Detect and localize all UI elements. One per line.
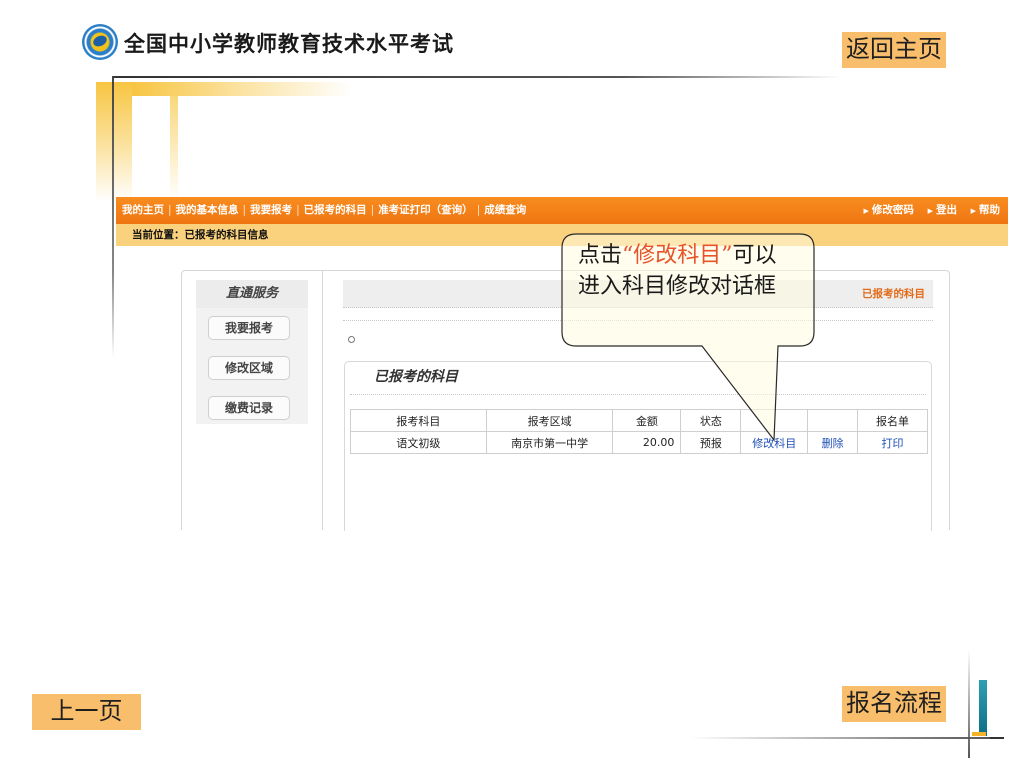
print-link[interactable]: 打印 [882, 437, 904, 450]
triangle-icon: ▶ [927, 207, 933, 215]
nav-item-admission-ticket[interactable]: 准考证打印（查询） [378, 204, 473, 216]
decor-yellow-accent [972, 732, 986, 736]
column-header-form: 报名单 [857, 409, 928, 432]
decor-bottom-vline [968, 650, 970, 758]
delete-link[interactable]: 删除 [822, 437, 844, 450]
card-title: 已报考的科目 [374, 369, 458, 385]
previous-page-button[interactable]: 上一页 [32, 694, 141, 730]
cell-subject: 语文初级 [350, 431, 487, 454]
decor-yellow-bar-thin [170, 96, 178, 200]
slide-title: 全国中小学教师教育技术水平考试 [124, 32, 454, 56]
nav-logout[interactable]: ▶ 登出 [928, 204, 957, 216]
decor-bottom-short-line [990, 737, 1004, 739]
exam-logo-icon [82, 24, 118, 60]
triangle-icon: ▶ [863, 207, 869, 215]
callout-highlight: “修改科目” [622, 243, 733, 268]
nav-item-register[interactable]: 我要报考 [250, 204, 292, 216]
decor-yellow-bar-horizontal [132, 82, 352, 96]
nav-help[interactable]: ▶ 帮助 [971, 204, 1000, 216]
triangle-icon: ▶ [970, 207, 976, 215]
nav-item-registered-subjects[interactable]: 已报考的科目 [304, 204, 367, 216]
callout-text: 点击“修改科目”可以进入科目修改对话框 [578, 240, 796, 302]
sidebar-title: 直通服务 [196, 280, 308, 308]
nav-item-scores[interactable]: 成绩查询 [484, 204, 526, 216]
nav-item-profile[interactable]: 我的基本信息 [176, 204, 239, 216]
top-nav-bar: 我的主页 | 我的基本信息 | 我要报考 | 已报考的科目 | 准考证打印（查询） | 成绩查询 ▶… [116, 197, 1008, 224]
sidebar-payment-records-button[interactable]: 缴费记录 [208, 396, 290, 420]
sidebar-register-button[interactable]: 我要报考 [208, 316, 290, 340]
home-button[interactable]: 返回主页 [842, 32, 946, 68]
nav-item-home[interactable]: 我的主页 [122, 204, 164, 216]
callout-prefix: 点击 [578, 243, 623, 268]
decor-teal-bar [979, 680, 987, 736]
nav-change-password[interactable]: ▶ 修改密码 [864, 204, 914, 216]
registration-flow-button[interactable]: 报名流程 [842, 686, 946, 722]
decor-left-line [112, 76, 114, 358]
bullet-icon [348, 336, 355, 343]
nav-right-links: ▶ 修改密码 ▶ 登出 ▶ 帮助 [854, 197, 1000, 224]
column-header-subject: 报考科目 [350, 409, 487, 432]
sidebar-change-region-button[interactable]: 修改区域 [208, 356, 290, 380]
decor-top-line [112, 76, 842, 78]
column-header-delete [807, 409, 859, 432]
decor-bottom-line [690, 737, 990, 739]
registered-subjects-link[interactable]: 已报考的科目 [862, 280, 925, 308]
decor-yellow-bar-vertical [96, 82, 132, 202]
panel-divider [322, 270, 323, 530]
